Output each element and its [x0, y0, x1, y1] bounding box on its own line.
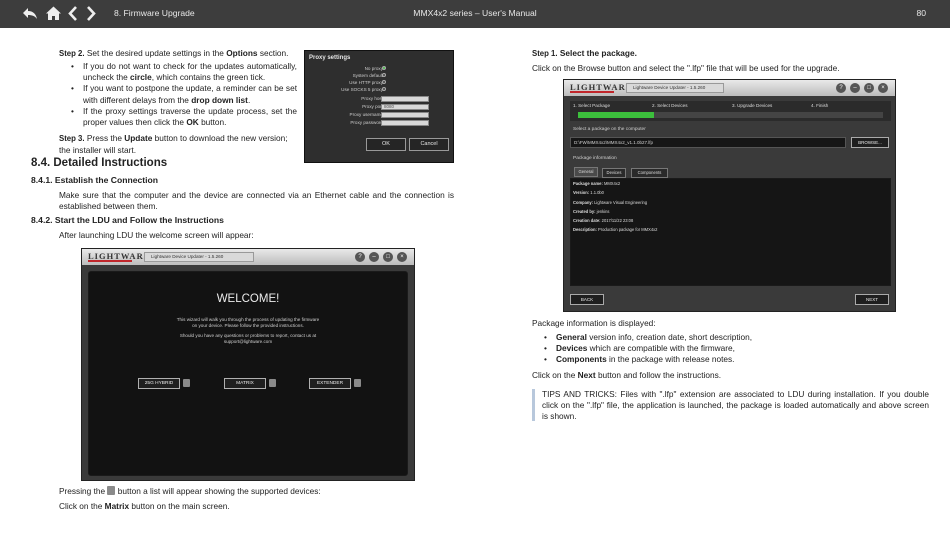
welcome-text: on your device. Please follow the provid… [192, 323, 304, 328]
wizard-step: 2. Select Devices [652, 103, 688, 108]
proxy-row-label: Proxy username [349, 112, 383, 117]
logo-underline [570, 91, 614, 93]
proxy-row-label: Proxy host [361, 96, 383, 101]
hybrid-button[interactable]: 25G HYBRID [138, 378, 180, 389]
package-screenshot: LIGHTWARE Lightware Device Updater - 1.5… [563, 79, 896, 312]
next-button[interactable]: NEXT [855, 294, 889, 305]
help-icon[interactable]: ? [355, 252, 365, 262]
wizard-step: 4. Finish [811, 103, 829, 108]
browse-button[interactable]: BROWSE... [851, 137, 889, 148]
wizard-progress-fill [578, 112, 654, 118]
update-term: Update [124, 133, 153, 143]
minimize-icon[interactable]: – [850, 83, 860, 93]
proxy-settings-screenshot: Proxy settings No proxy System default U… [304, 50, 454, 163]
manual-title: MMX4x2 series – User's Manual [413, 8, 537, 18]
package-info: Package name: MMX4x2 Version: 1.1.0b0 Co… [573, 181, 658, 233]
subsection-heading: 8.4.2. Start the LDU and Follow the Inst… [31, 215, 224, 225]
list-item: If the proxy settings traverse the updat… [71, 106, 297, 128]
list-item: Components in the package with release n… [544, 354, 929, 365]
page-header: 8. Firmware Upgrade MMX4x2 series – User… [0, 0, 950, 28]
logo-underline [88, 260, 132, 262]
step-1: Step 1. Select the package. [532, 48, 929, 60]
wizard-step: 1. Select Package [573, 103, 611, 108]
proxy-row-label: Use SOCKS 5 proxy [341, 87, 383, 92]
paragraph: Pressing the button a list will appear s… [59, 486, 321, 496]
support-email: support@lightware.com [223, 339, 273, 344]
radio-socks-proxy[interactable] [382, 87, 386, 91]
proxy-username-field[interactable] [381, 112, 429, 118]
proxy-dialog-title: Proxy settings [309, 55, 351, 61]
options-term: Options [226, 48, 258, 58]
select-package-label: Select a package on the computer [573, 127, 646, 132]
page-number: 80 [916, 8, 926, 18]
proxy-row-label: No proxy [364, 66, 383, 71]
package-info-panel: Package name: MMX4x2 Version: 1.1.0b0 Co… [570, 178, 891, 286]
step-text: section. [257, 48, 289, 58]
cancel-button[interactable]: Cancel [409, 138, 449, 151]
proxy-row-label: System default [352, 73, 383, 78]
proxy-row-label: Proxy port [362, 104, 383, 109]
radio-no-proxy[interactable] [382, 66, 386, 70]
package-path-field[interactable]: D:\FW\MMX4x2\MMX4x2_v1.1.0b27.lfp [570, 137, 846, 148]
paragraph: Package information is displayed: [532, 318, 656, 328]
package-info-bullets: General version info, creation date, sho… [544, 332, 929, 366]
tips-and-tricks: TIPS AND TRICKS: Files with ".lfp" exten… [532, 389, 929, 422]
radio-http-proxy[interactable] [382, 80, 386, 84]
welcome-heading: WELCOME! [216, 293, 280, 305]
download-icon[interactable] [269, 379, 276, 387]
list-item: General version info, creation date, sho… [544, 332, 929, 343]
maximize-icon[interactable]: □ [864, 83, 874, 93]
step-2: Step 2. Set the desired update settings … [59, 48, 299, 60]
window-title: Lightware Device Updater - 1.5.260 [626, 83, 724, 93]
list-item: If you do not want to check for the upda… [71, 61, 297, 83]
options-bullets: If you do not want to check for the upda… [71, 61, 297, 128]
paragraph: Click on the Matrix button on the main s… [59, 501, 230, 511]
step-label: Step 2. [59, 49, 85, 58]
paragraph: Click on the Next button and follow the … [532, 370, 722, 380]
section-heading: 8.4. Detailed Instructions [31, 157, 168, 169]
window-titlebar: LIGHTWARE Lightware Device Updater - 1.5… [564, 80, 895, 96]
list-item: If you want to postpone the update, a re… [71, 83, 297, 105]
step-label: Step 3. [59, 134, 85, 143]
paragraph: Click on the Browse button and select th… [532, 63, 840, 73]
wizard-steps: 1. Select Package 2. Select Devices 3. U… [570, 101, 891, 121]
proxy-host-field[interactable] [381, 96, 429, 102]
proxy-port-field[interactable]: 8080 [381, 104, 429, 110]
matrix-button[interactable]: MATRIX [224, 378, 266, 389]
subsection-heading: 8.4.1. Establish the Connection [31, 175, 159, 185]
back-button[interactable]: BACK [570, 294, 604, 305]
minimize-icon[interactable]: – [369, 252, 379, 262]
help-icon[interactable]: ? [836, 83, 846, 93]
step-label: Step 1. [532, 49, 558, 58]
tab-devices[interactable]: Devices [602, 168, 626, 178]
proxy-row-label: Proxy password [350, 120, 383, 125]
paragraph: After launching LDU the welcome screen w… [59, 230, 254, 240]
close-icon[interactable]: × [397, 252, 407, 262]
proxy-password-field[interactable] [381, 120, 429, 126]
paragraph: Make sure that the computer and the devi… [59, 190, 454, 212]
step-title: Select the package. [559, 48, 637, 58]
package-info-label: Package information [573, 156, 617, 161]
list-item: Devices which are compatible with the fi… [544, 343, 929, 354]
download-icon[interactable] [354, 379, 361, 387]
welcome-screenshot: LIGHTWARE Lightware Device Updater - 1.5… [81, 248, 415, 481]
tab-general[interactable]: General [574, 167, 598, 177]
close-icon[interactable]: × [878, 83, 888, 93]
window-titlebar: LIGHTWARE Lightware Device Updater - 1.5… [82, 249, 414, 265]
ok-button[interactable]: OK [366, 138, 406, 151]
extender-button[interactable]: EXTENDER [309, 378, 351, 389]
window-title: Lightware Device Updater - 1.5.260 [144, 252, 254, 262]
step-text: Set the desired update settings in the [86, 48, 227, 58]
download-icon[interactable] [183, 379, 190, 387]
proxy-row-label: Use HTTP proxy [349, 80, 383, 85]
step-3: Step 3. Press the Update button to downl… [59, 133, 288, 155]
radio-system-default[interactable] [382, 73, 386, 77]
tab-components[interactable]: Components [631, 168, 668, 178]
wizard-step: 3. Upgrade Devices [732, 103, 773, 108]
welcome-panel: WELCOME! This wizard will walk you throu… [88, 271, 408, 476]
maximize-icon[interactable]: □ [383, 252, 393, 262]
